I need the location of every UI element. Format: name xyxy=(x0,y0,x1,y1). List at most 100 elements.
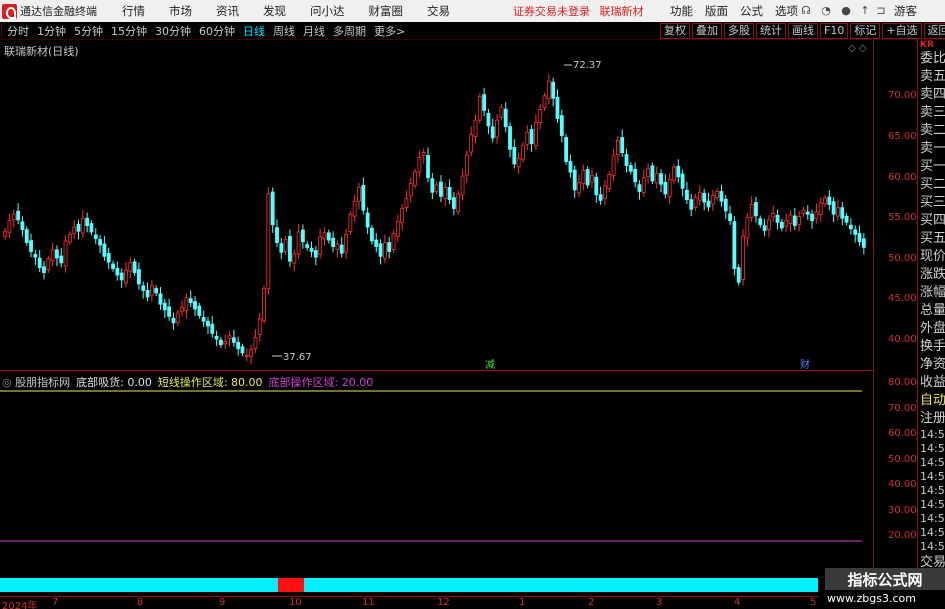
menu-news[interactable]: 资讯 xyxy=(204,3,251,19)
date-tick: 10 xyxy=(289,597,302,608)
candle-body xyxy=(145,290,150,298)
indicator-item-bottom-zone: 底部操作区域: 20.00 xyxy=(268,376,374,389)
candle-body xyxy=(309,248,314,252)
marker-reduce[interactable]: 减 xyxy=(485,359,495,370)
candle-body xyxy=(581,170,586,184)
chart-corner-icons[interactable]: ◇ ◇ xyxy=(848,43,867,54)
candle-body xyxy=(378,243,383,257)
period-multi[interactable]: 多周期 xyxy=(329,23,370,39)
candle-body xyxy=(98,239,102,246)
side-item: 净资 xyxy=(920,357,945,372)
menu-ask[interactable]: 问小达 xyxy=(298,3,357,19)
app-title: 通达信金融终端 xyxy=(20,5,97,18)
menu-trade[interactable]: 交易 xyxy=(415,3,462,19)
period-60min[interactable]: 60分钟 xyxy=(195,23,239,39)
candle-body xyxy=(848,224,853,230)
side-item[interactable]: 注册 xyxy=(918,410,945,428)
candle-body xyxy=(767,219,771,230)
notice-login[interactable]: 证券交易未登录 xyxy=(513,5,590,18)
period-daily[interactable]: 日线 xyxy=(239,23,269,39)
ind-tick: 30.00 xyxy=(888,505,917,516)
candle-body xyxy=(137,269,141,285)
candle-body xyxy=(758,218,763,226)
indicator-name[interactable]: ◎ 股朋指标网 xyxy=(2,374,70,390)
chart-title: 联瑞新材(日线) xyxy=(4,45,79,58)
price-tick: 60.00 xyxy=(888,171,917,183)
candle-body xyxy=(7,220,12,233)
candle-body xyxy=(555,96,560,119)
notice-stock[interactable]: 联瑞新材 xyxy=(600,5,644,18)
candle-body xyxy=(197,305,202,316)
candle-body xyxy=(37,257,42,269)
arrow-up-icon[interactable]: ↑ xyxy=(858,4,872,18)
tool-f10[interactable]: F10 xyxy=(820,23,849,39)
candle-body xyxy=(85,217,90,226)
candle-body xyxy=(313,250,318,258)
ind-tick: 20.00 xyxy=(888,530,917,541)
guest-label[interactable]: 游客 xyxy=(894,3,917,19)
tool-mark[interactable]: 标记 xyxy=(850,23,881,39)
price-tick: 65.00 xyxy=(888,130,917,142)
period-more[interactable]: 更多> xyxy=(370,23,409,39)
candle-body xyxy=(452,197,456,209)
side-item: 买五 xyxy=(920,231,945,246)
marker-finance[interactable]: 财 xyxy=(800,358,810,370)
settings-icon[interactable]: ◎ xyxy=(2,376,15,389)
tool-stats[interactable]: 统计 xyxy=(756,23,786,39)
candle-body xyxy=(387,242,392,252)
menu-discover[interactable]: 发现 xyxy=(251,3,298,19)
tool-draw[interactable]: 画线 xyxy=(788,23,818,39)
candle-body xyxy=(754,202,758,217)
candle-body xyxy=(598,194,603,201)
candle-body xyxy=(11,213,16,221)
candle-body xyxy=(404,198,409,208)
period-1min[interactable]: 1分钟 xyxy=(33,23,70,39)
menu-quotes[interactable]: 行情 xyxy=(110,3,157,19)
candle-body xyxy=(762,225,767,231)
candle-body xyxy=(257,318,262,335)
candle-body xyxy=(590,174,594,183)
menu-layout[interactable]: 版面 xyxy=(699,3,734,19)
restore-icon[interactable]: ⊐ xyxy=(874,4,888,18)
candle-body xyxy=(339,244,344,254)
band-cyan-right xyxy=(304,578,818,592)
price-chart[interactable]: 72.37 37.67 减 财 xyxy=(0,40,873,370)
ind-tick: 60.00 xyxy=(888,428,917,439)
period-intraday[interactable]: 分时 xyxy=(3,23,33,39)
date-tick: 9 xyxy=(219,597,226,608)
candle-body xyxy=(628,165,633,172)
period-30min[interactable]: 30分钟 xyxy=(151,23,195,39)
tool-add-watchlist[interactable]: +自选 xyxy=(882,23,922,39)
menu-market[interactable]: 市场 xyxy=(157,3,204,19)
tool-back[interactable]: 返回 xyxy=(923,23,945,39)
watermark-url: www.zbgs3.com xyxy=(827,592,916,605)
period-5min[interactable]: 5分钟 xyxy=(70,23,107,39)
candle-body xyxy=(296,231,301,255)
candle-body xyxy=(42,266,46,273)
menu-wealth-circle[interactable]: 财富圈 xyxy=(357,3,416,19)
menu-formula[interactable]: 公式 xyxy=(734,3,769,19)
candle-body xyxy=(400,208,405,223)
candle-body xyxy=(814,211,819,220)
menu-function[interactable]: 功能 xyxy=(664,3,699,19)
side-items: 委比 卖五 卖四 卖三 卖二 卖一 买一 买二 买三 买四 买五 现价 涨跌 涨幅 总量 外盘 换手 净资 收益 自动… xyxy=(918,50,945,572)
candle-body xyxy=(357,187,361,202)
period-15min[interactable]: 15分钟 xyxy=(107,23,151,39)
tool-multi-stock[interactable]: 多股 xyxy=(724,23,754,39)
candle-body xyxy=(249,349,254,357)
tool-adjust[interactable]: 复权 xyxy=(660,23,690,39)
date-tick: 7 xyxy=(52,597,59,608)
candle-body xyxy=(443,187,448,199)
headset-icon[interactable]: ☊ xyxy=(799,4,813,18)
bell-icon[interactable]: ◔ xyxy=(819,4,833,18)
candle-body xyxy=(697,191,702,201)
side-item: 涨幅 xyxy=(920,285,945,300)
side-item: 现价 xyxy=(920,249,945,264)
user-icon[interactable]: ● xyxy=(839,4,853,18)
tool-overlay[interactable]: 叠加 xyxy=(692,23,722,39)
date-tick: 5 xyxy=(810,597,817,608)
period-monthly[interactable]: 月线 xyxy=(299,23,329,39)
trade-notice[interactable]: 证券交易未登录 联瑞新材 xyxy=(513,3,650,19)
side-item[interactable]: 自动 xyxy=(918,392,945,410)
period-weekly[interactable]: 周线 xyxy=(269,23,299,39)
